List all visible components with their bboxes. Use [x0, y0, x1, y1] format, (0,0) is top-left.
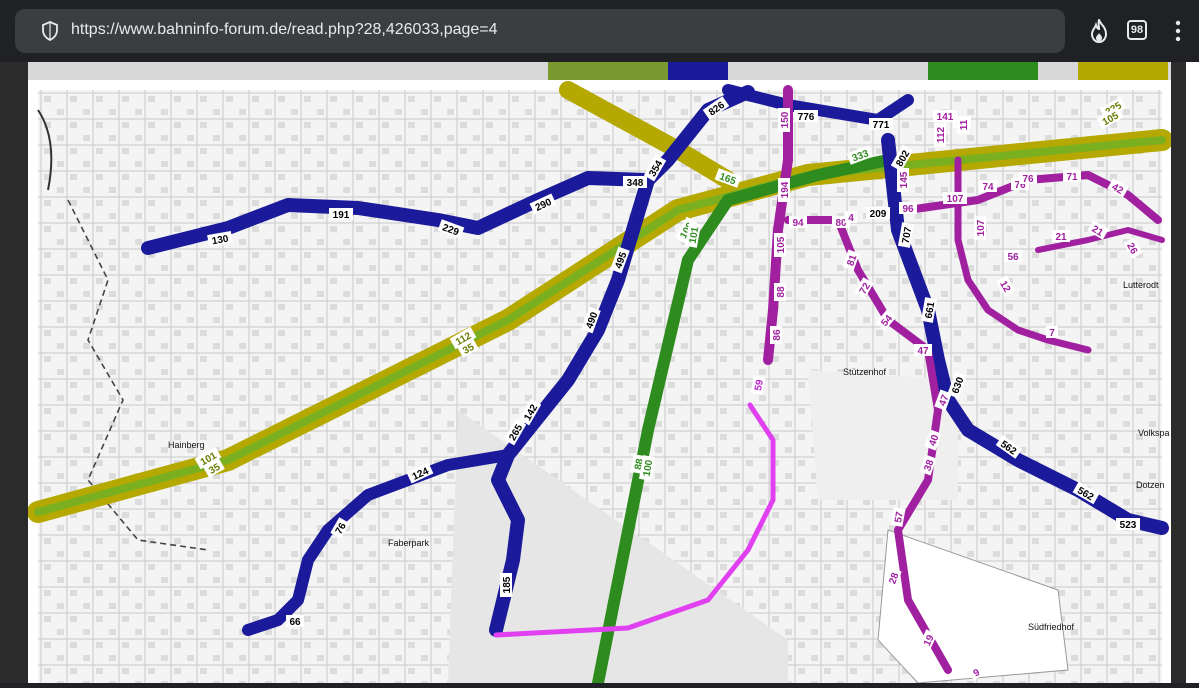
svg-text:112: 112 [936, 126, 947, 143]
svg-text:209: 209 [870, 209, 887, 220]
address-bar[interactable]: https://www.bahninfo-forum.de/read.php?2… [15, 9, 1065, 53]
magenta-load-label: 7 [1046, 326, 1058, 339]
magenta-load-label: 71 [1063, 170, 1081, 183]
svg-text:66: 66 [289, 617, 301, 628]
svg-text:56: 56 [1007, 252, 1019, 263]
magenta-load-label: 194 [778, 178, 791, 202]
magenta-load-label: 150 [778, 108, 791, 132]
magenta-load-label: 4 [845, 211, 857, 224]
blue-load-label: 66 [286, 615, 304, 628]
svg-text:47: 47 [917, 346, 929, 357]
svg-text:88: 88 [776, 286, 787, 298]
blue-load-label: 191 [329, 208, 353, 221]
magenta-load-label: 105 [774, 233, 787, 257]
place-label: Dotzen [1136, 480, 1165, 490]
svg-text:86: 86 [772, 329, 783, 341]
magenta-load-label: 88 [774, 283, 787, 301]
svg-text:7: 7 [1049, 328, 1055, 339]
svg-text:107: 107 [947, 194, 964, 205]
magenta-load-label: 112 [934, 123, 947, 147]
svg-text:105: 105 [776, 236, 787, 253]
magenta-load-label: 145 [897, 168, 910, 192]
svg-text:523: 523 [1120, 520, 1137, 531]
svg-text:191: 191 [333, 210, 350, 221]
magenta-load-label: 11 [957, 116, 970, 134]
magenta-load-label: 74 [979, 180, 997, 193]
place-label: Südfriedhof [1028, 622, 1075, 632]
magenta-load-label: 94 [789, 216, 807, 229]
tabs-icon[interactable]: 98 [1127, 20, 1147, 40]
magenta-load-label: 107 [943, 192, 967, 205]
magenta-load-label: 86 [770, 326, 783, 344]
svg-text:74: 74 [982, 182, 994, 193]
place-label: Volkspa [1138, 428, 1170, 438]
magenta-load-label: 47 [914, 344, 932, 357]
svg-text:145: 145 [899, 171, 910, 188]
magenta-load-label: 96 [899, 202, 917, 215]
svg-text:194: 194 [780, 181, 791, 198]
place-label: Faberpark [388, 538, 430, 548]
blue-load-label: 776 [794, 110, 818, 123]
svg-text:141: 141 [937, 112, 954, 123]
magenta-load-label: 107 [974, 216, 987, 240]
shield-icon[interactable] [40, 21, 60, 41]
svg-text:71: 71 [1066, 172, 1078, 183]
svg-text:107: 107 [976, 219, 987, 236]
magenta-load-label: 56 [1004, 250, 1022, 263]
blue-load-label: 185 [500, 573, 513, 597]
blue-load-label: 771 [869, 118, 893, 131]
page-edge [1186, 62, 1199, 683]
svg-text:94: 94 [792, 218, 804, 229]
svg-text:96: 96 [902, 204, 914, 215]
svg-text:776: 776 [798, 112, 815, 123]
browser-toolbar: https://www.bahninfo-forum.de/read.php?2… [0, 0, 1199, 62]
place-label: Stützenhof [843, 367, 887, 377]
map-image-behind [28, 62, 1171, 80]
map-frame: 130 191 229 290 348 354 495 490 142 265 124 76 66 185… [27, 80, 1173, 688]
svg-text:11: 11 [959, 119, 970, 130]
svg-text:185: 185 [502, 576, 513, 593]
svg-text:76: 76 [1022, 174, 1034, 185]
more-vert-icon[interactable] [1170, 20, 1186, 42]
svg-text:771: 771 [873, 120, 890, 131]
svg-text:21: 21 [1055, 232, 1067, 243]
magenta-load-label: 21 [1052, 230, 1070, 243]
place-label: Hainberg [168, 440, 205, 450]
blue-load-label: 523 [1116, 518, 1140, 531]
svg-text:348: 348 [627, 178, 644, 189]
flame-icon[interactable] [1088, 19, 1110, 43]
svg-text:150: 150 [780, 111, 791, 128]
transit-load-map[interactable]: 1301912292903483544954901422651247666185… [27, 80, 1173, 688]
blue-load-label: 348 [623, 176, 647, 189]
url-text[interactable]: https://www.bahninfo-forum.de/read.php?2… [71, 21, 498, 39]
magenta-load-label: 76 [1019, 172, 1037, 185]
blue-load-label: 209 [866, 207, 890, 220]
svg-text:4: 4 [848, 213, 854, 224]
place-label: Lutterodt [1123, 280, 1159, 290]
